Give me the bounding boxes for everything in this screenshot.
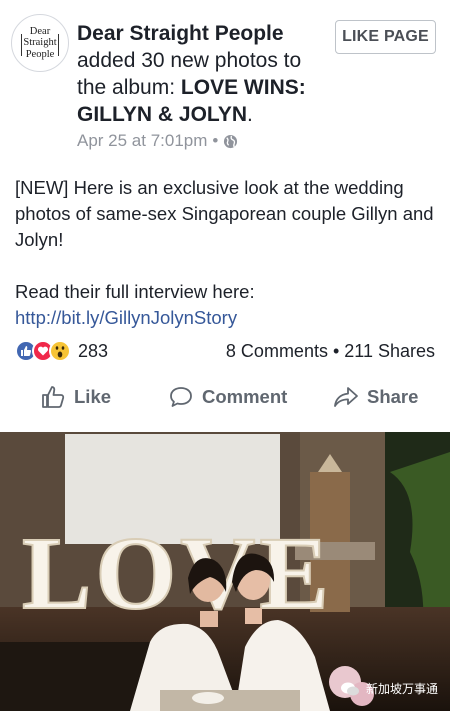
interview-link[interactable]: http://bit.ly/GillynJolynStory <box>15 307 237 328</box>
watermark-text: 新加坡万事通 <box>365 682 438 696</box>
avatar-text-line: People <box>25 48 55 60</box>
like-page-button[interactable]: LIKE PAGE <box>335 20 436 54</box>
post-actions: Like Comment Share <box>0 378 450 422</box>
avatar-bracket-left <box>21 34 22 56</box>
meta-separator: • <box>212 131 219 150</box>
comment-bubble-icon <box>170 387 192 407</box>
comment-button[interactable]: Comment <box>168 384 287 410</box>
post-paragraph: Read their full interview here: http://b… <box>15 279 440 331</box>
comment-button-label: Comment <box>202 386 288 407</box>
page-avatar[interactable]: Dear Straight People <box>11 14 69 72</box>
avatar-text-line: Dear <box>29 25 51 37</box>
share-button-label: Share <box>367 386 419 407</box>
wow-reaction-icon <box>49 340 71 362</box>
post-timestamp[interactable]: Apr 25 at 7:01pm <box>77 131 207 151</box>
love-sign-text: LOVE <box>22 516 333 631</box>
post-meta: Apr 25 at 7:01pm • <box>77 131 238 151</box>
share-arrow-icon <box>334 387 358 407</box>
avatar-bracket-right <box>58 34 59 56</box>
post-paragraph-text: Read their full interview here: <box>15 281 255 302</box>
like-button[interactable]: Like <box>40 384 111 410</box>
globe-icon <box>224 134 238 148</box>
like-button-label: Like <box>74 386 112 407</box>
post-stats: 283 8 Comments • 211 Shares <box>15 338 435 366</box>
wedding-photo-image: LOVE <box>0 432 450 711</box>
comments-shares-count[interactable]: 8 Comments • 211 Shares <box>226 341 435 362</box>
post-paragraph: [NEW] Here is an exclusive look at the w… <box>15 177 434 250</box>
thumbs-up-icon <box>42 386 65 408</box>
post-header: Dear Straight People Dear Straight Peopl… <box>0 0 450 160</box>
avatar-text-line: Straight <box>23 37 57 49</box>
watermark: 新加坡万事通 <box>340 680 438 697</box>
page-name-link[interactable]: Dear Straight People <box>77 22 284 45</box>
post-body: [NEW] Here is an exclusive look at the w… <box>15 175 440 357</box>
album-photo[interactable]: LOVE 新加坡万事通 <box>0 432 450 711</box>
reaction-count: 283 <box>78 340 109 361</box>
reactions-summary[interactable]: 283 <box>15 340 108 362</box>
share-button[interactable]: Share <box>333 384 418 410</box>
post-headline: Dear Straight People added 30 new photos… <box>77 20 327 128</box>
album-suffix: . <box>247 103 253 126</box>
wechat-icon <box>340 682 359 695</box>
